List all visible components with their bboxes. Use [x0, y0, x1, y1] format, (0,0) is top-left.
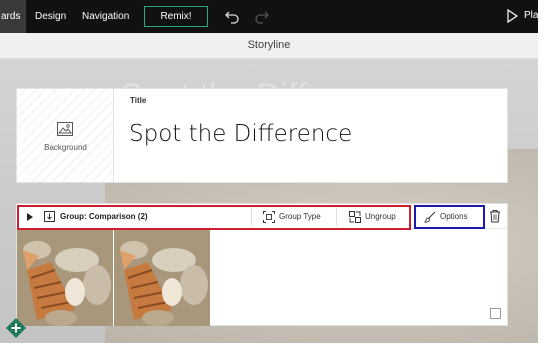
- title-card: Background Title Spot the Difference: [16, 88, 508, 183]
- background-label: Background: [44, 143, 87, 152]
- redo-icon[interactable]: [253, 9, 269, 25]
- page-margin: [538, 0, 550, 360]
- storyline-header: Storyline: [0, 33, 538, 59]
- shell-image-2[interactable]: [114, 230, 210, 326]
- title-text[interactable]: Spot the Difference: [129, 121, 352, 147]
- add-card-button[interactable]: [6, 318, 26, 338]
- title-field-label: Title: [130, 96, 147, 105]
- select-checkbox[interactable]: [490, 308, 501, 319]
- top-navigation-bar: ards Design Navigation Remix! Play: [0, 0, 543, 33]
- nav-cards-tab[interactable]: ards: [0, 0, 26, 33]
- highlight-group-controls: [17, 205, 411, 230]
- page-margin: [0, 343, 550, 360]
- trash-icon[interactable]: [489, 209, 501, 223]
- highlight-options: [414, 205, 485, 229]
- play-icon: [507, 9, 518, 23]
- remix-button[interactable]: Remix!: [144, 6, 208, 27]
- background-picker[interactable]: Background: [17, 89, 114, 182]
- nav-navigation-tab[interactable]: Navigation: [82, 0, 129, 33]
- image-icon: [57, 122, 73, 136]
- nav-design-tab[interactable]: Design: [35, 0, 66, 33]
- undo-icon[interactable]: [225, 9, 241, 25]
- shell-image-1[interactable]: [17, 230, 113, 326]
